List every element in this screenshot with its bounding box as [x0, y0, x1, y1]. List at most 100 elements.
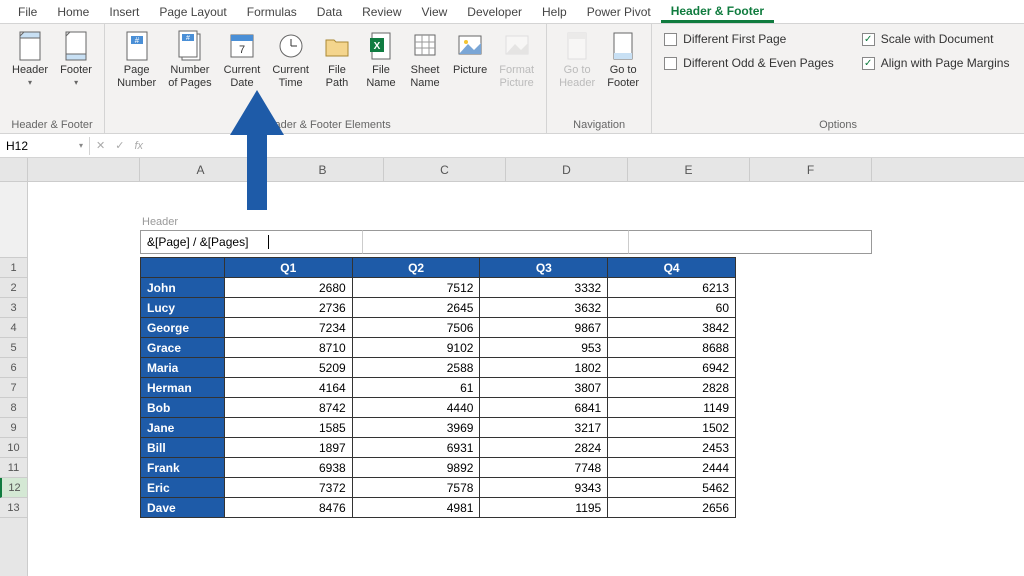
data-cell[interactable]: 8476: [224, 498, 352, 518]
tab-review[interactable]: Review: [352, 1, 411, 23]
data-cell[interactable]: 2828: [608, 378, 736, 398]
row-header[interactable]: 5: [0, 338, 27, 358]
column-header[interactable]: B: [262, 158, 384, 181]
tab-header-footer[interactable]: Header & Footer: [661, 0, 774, 23]
row-header[interactable]: 8: [0, 398, 27, 418]
data-cell[interactable]: 3969: [352, 418, 480, 438]
row-name-cell[interactable]: Lucy: [141, 298, 225, 318]
data-cell[interactable]: 7578: [352, 478, 480, 498]
row-header[interactable]: 10: [0, 438, 27, 458]
current-time-button[interactable]: Current Time: [266, 28, 315, 91]
page-number-button[interactable]: # Page Number: [111, 28, 162, 91]
header-left-section[interactable]: &[Page] / &[Pages]: [140, 230, 362, 254]
header-button[interactable]: Header ▾: [6, 28, 54, 89]
data-cell[interactable]: 1502: [608, 418, 736, 438]
data-cell[interactable]: 1149: [608, 398, 736, 418]
go-to-footer-button[interactable]: Go to Footer: [601, 28, 645, 91]
column-header[interactable]: C: [384, 158, 506, 181]
data-cell[interactable]: 61: [352, 378, 480, 398]
data-cell[interactable]: 2736: [224, 298, 352, 318]
data-cell[interactable]: 3332: [480, 278, 608, 298]
table-header-cell[interactable]: Q2: [352, 258, 480, 278]
column-header[interactable]: F: [750, 158, 872, 181]
data-cell[interactable]: 4164: [224, 378, 352, 398]
row-name-cell[interactable]: Grace: [141, 338, 225, 358]
data-cell[interactable]: 9892: [352, 458, 480, 478]
table-header-cell[interactable]: Q3: [480, 258, 608, 278]
data-cell[interactable]: 9343: [480, 478, 608, 498]
data-cell[interactable]: 3217: [480, 418, 608, 438]
table-header-cell[interactable]: Q4: [608, 258, 736, 278]
data-cell[interactable]: 1897: [224, 438, 352, 458]
option-different-first-page[interactable]: Different First Page: [664, 32, 834, 46]
row-name-cell[interactable]: Jane: [141, 418, 225, 438]
footer-button[interactable]: Footer ▾: [54, 28, 98, 89]
option-different-odd-even[interactable]: Different Odd & Even Pages: [664, 56, 834, 70]
data-cell[interactable]: 7512: [352, 278, 480, 298]
data-cell[interactable]: 2824: [480, 438, 608, 458]
data-cell[interactable]: 9102: [352, 338, 480, 358]
current-date-button[interactable]: 7 Current Date: [218, 28, 267, 91]
row-header[interactable]: 6: [0, 358, 27, 378]
name-box[interactable]: H12▾: [0, 137, 90, 155]
tab-home[interactable]: Home: [47, 1, 99, 23]
row-name-cell[interactable]: George: [141, 318, 225, 338]
tab-developer[interactable]: Developer: [457, 1, 532, 23]
header-center-section[interactable]: [362, 230, 628, 254]
row-header[interactable]: 1: [0, 258, 27, 278]
data-cell[interactable]: 9867: [480, 318, 608, 338]
data-cell[interactable]: 4440: [352, 398, 480, 418]
column-header[interactable]: A: [140, 158, 262, 181]
option-scale-with-document[interactable]: ✓Scale with Document: [862, 32, 1010, 46]
tab-insert[interactable]: Insert: [99, 1, 149, 23]
data-cell[interactable]: 2680: [224, 278, 352, 298]
row-name-cell[interactable]: Frank: [141, 458, 225, 478]
data-cell[interactable]: 7234: [224, 318, 352, 338]
data-cell[interactable]: 2645: [352, 298, 480, 318]
data-cell[interactable]: 6942: [608, 358, 736, 378]
file-name-button[interactable]: X File Name: [359, 28, 403, 91]
data-cell[interactable]: 6938: [224, 458, 352, 478]
data-cell[interactable]: 8742: [224, 398, 352, 418]
tab-power-pivot[interactable]: Power Pivot: [577, 1, 661, 23]
data-cell[interactable]: 1802: [480, 358, 608, 378]
data-cell[interactable]: 1195: [480, 498, 608, 518]
row-name-cell[interactable]: Bill: [141, 438, 225, 458]
column-header[interactable]: D: [506, 158, 628, 181]
row-header[interactable]: 4: [0, 318, 27, 338]
select-all-corner[interactable]: [0, 158, 27, 182]
sheet-name-button[interactable]: Sheet Name: [403, 28, 447, 91]
table-header-cell[interactable]: Q1: [224, 258, 352, 278]
data-cell[interactable]: 2453: [608, 438, 736, 458]
option-align-with-margins[interactable]: ✓Align with Page Margins: [862, 56, 1010, 70]
column-header[interactable]: E: [628, 158, 750, 181]
data-cell[interactable]: 3842: [608, 318, 736, 338]
picture-button[interactable]: Picture: [447, 28, 493, 79]
data-cell[interactable]: 4981: [352, 498, 480, 518]
data-cell[interactable]: 953: [480, 338, 608, 358]
data-cell[interactable]: 3807: [480, 378, 608, 398]
data-cell[interactable]: 7372: [224, 478, 352, 498]
row-name-cell[interactable]: John: [141, 278, 225, 298]
data-cell[interactable]: 7748: [480, 458, 608, 478]
data-cell[interactable]: 7506: [352, 318, 480, 338]
row-header[interactable]: 3: [0, 298, 27, 318]
data-cell[interactable]: 6931: [352, 438, 480, 458]
data-cell[interactable]: 8688: [608, 338, 736, 358]
tab-page-layout[interactable]: Page Layout: [149, 1, 236, 23]
tab-data[interactable]: Data: [307, 1, 352, 23]
data-cell[interactable]: 2656: [608, 498, 736, 518]
data-cell[interactable]: 3632: [480, 298, 608, 318]
table-header-cell[interactable]: [141, 258, 225, 278]
row-name-cell[interactable]: Eric: [141, 478, 225, 498]
row-header[interactable]: 9: [0, 418, 27, 438]
file-path-button[interactable]: File Path: [315, 28, 359, 91]
row-name-cell[interactable]: Bob: [141, 398, 225, 418]
number-of-pages-button[interactable]: # Number of Pages: [162, 28, 217, 91]
tab-file[interactable]: File: [8, 1, 47, 23]
data-cell[interactable]: 8710: [224, 338, 352, 358]
tab-help[interactable]: Help: [532, 1, 577, 23]
data-cell[interactable]: 5209: [224, 358, 352, 378]
tab-formulas[interactable]: Formulas: [237, 1, 307, 23]
data-cell[interactable]: 6213: [608, 278, 736, 298]
